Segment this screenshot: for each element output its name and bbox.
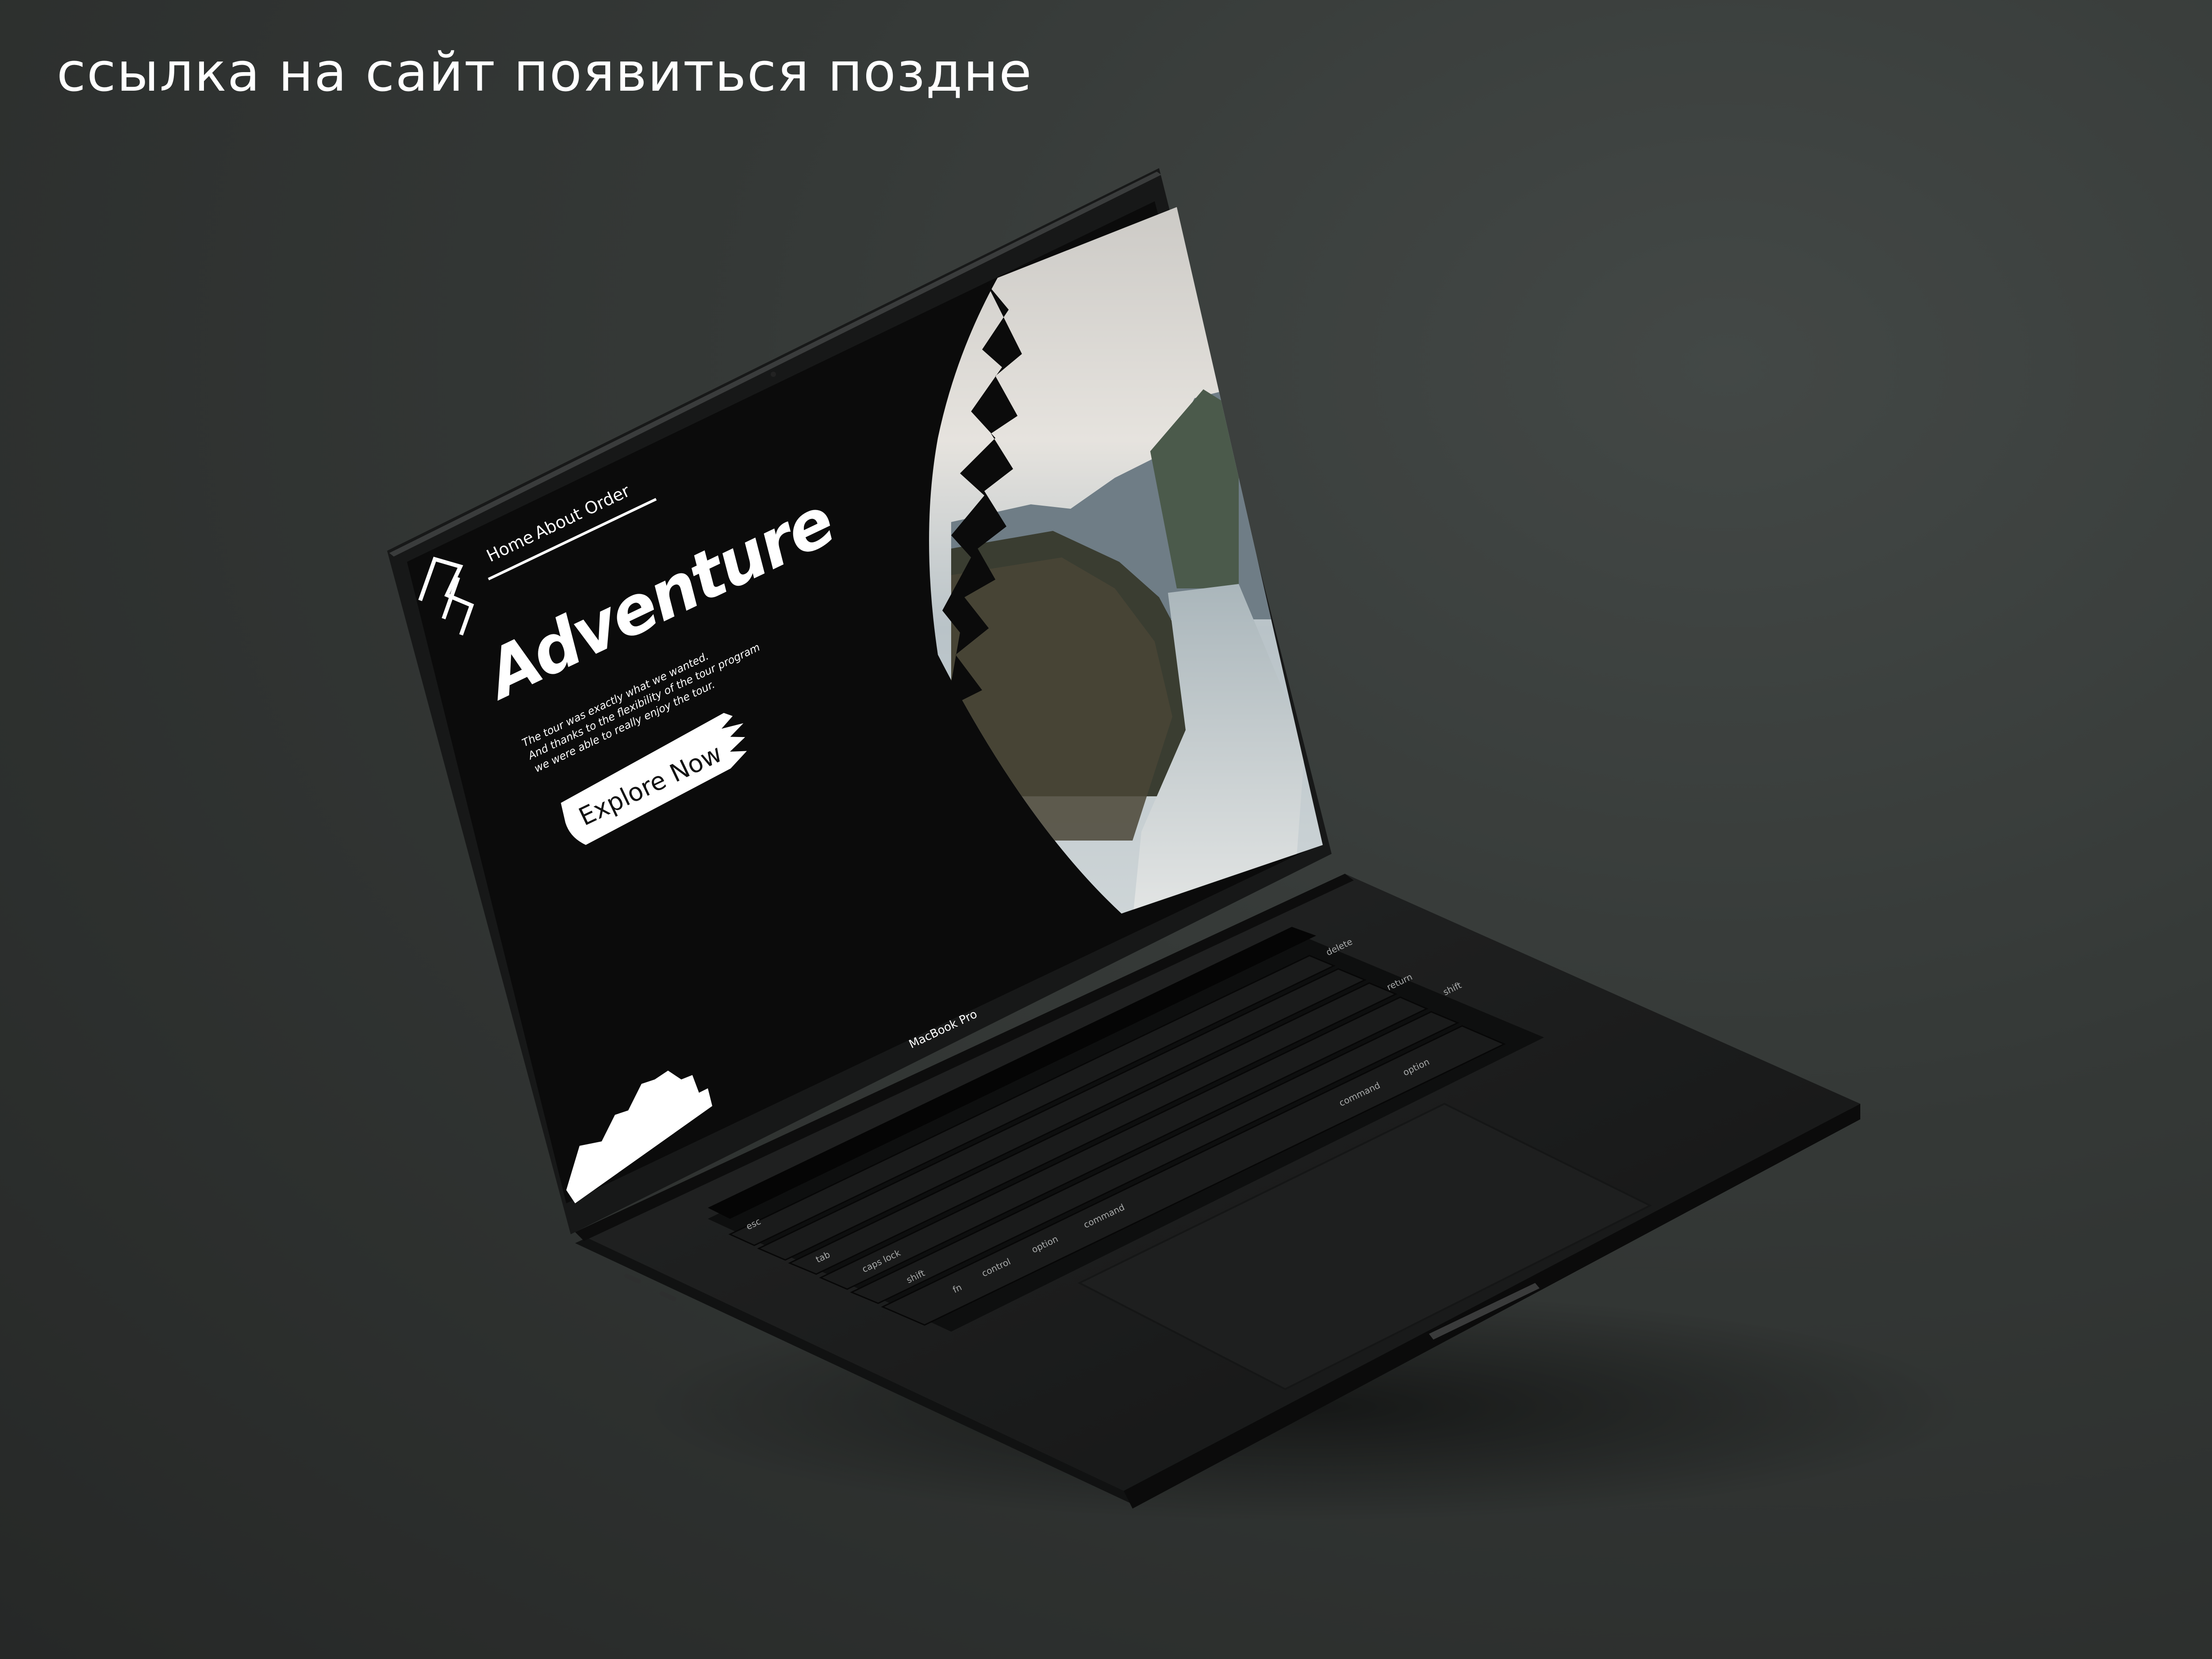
laptop-mockup: esc tab caps lock shift fn control optio…	[387, 168, 1969, 1522]
usb-port	[660, 1291, 676, 1302]
usb-port	[624, 1273, 641, 1284]
camera	[771, 372, 776, 377]
